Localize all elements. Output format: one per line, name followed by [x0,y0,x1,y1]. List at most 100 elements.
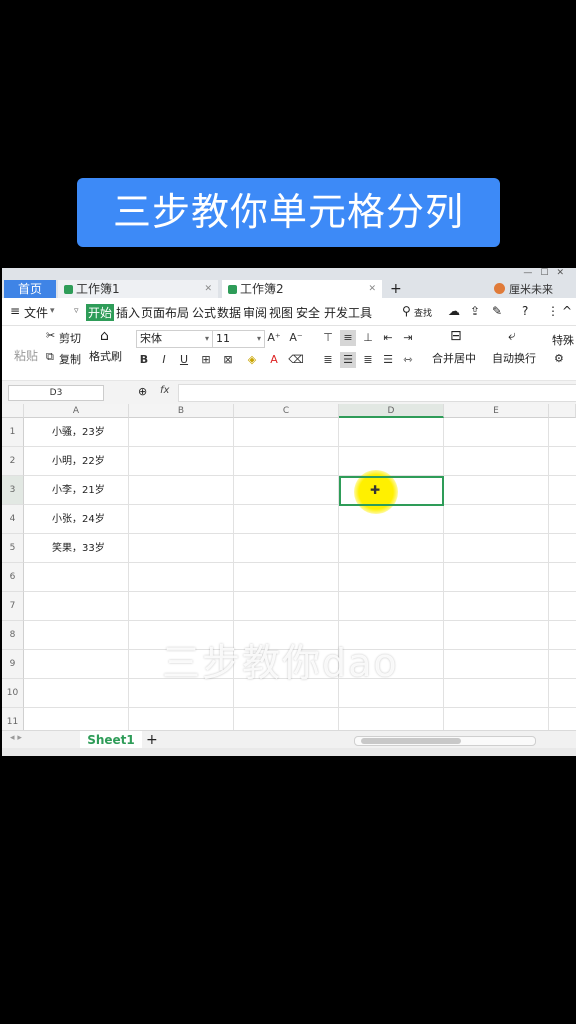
special-format-button[interactable]: 特殊 [552,332,574,348]
cell-e4[interactable] [444,505,549,534]
cell-e3[interactable] [444,476,549,505]
clear-format-icon[interactable]: ⌫ [288,352,304,368]
cell-e9[interactable] [444,650,549,679]
row-header-4[interactable]: 4 [2,505,24,534]
column-header-f[interactable] [549,404,576,418]
formula-input[interactable] [178,384,576,402]
cell-b11[interactable] [129,708,234,730]
cell-f6[interactable] [549,563,576,592]
justify-icon[interactable]: ☰ [380,352,396,368]
cell-d6[interactable] [339,563,444,592]
row-header-3[interactable]: 3 [2,476,24,505]
align-center-icon[interactable]: ☰ [340,352,356,368]
more-options-icon[interactable]: ⋮ [547,304,559,318]
close-icon[interactable]: ✕ [204,280,212,298]
cell-f9[interactable] [549,650,576,679]
cell-a5[interactable]: 笑果，33岁 [24,534,129,563]
sheet-tab-sheet1[interactable]: Sheet1 [80,731,142,749]
menu-item-review[interactable]: 审阅 [243,304,267,321]
menu-item-developer[interactable]: 开发工具 [324,304,372,321]
cell-d1[interactable] [339,418,444,447]
menu-item-security[interactable]: 安全 [296,304,320,321]
cell-b3[interactable] [129,476,234,505]
cell-a6[interactable] [24,563,129,592]
cell-a8[interactable] [24,621,129,650]
row-header-7[interactable]: 7 [2,592,24,621]
row-header-9[interactable]: 9 [2,650,24,679]
merge-center-button[interactable]: 合并居中 [432,350,476,366]
cell-b1[interactable] [129,418,234,447]
cell-d11[interactable] [339,708,444,730]
distribute-icon[interactable]: ⇿ [400,352,416,368]
row-header-1[interactable]: 1 [2,418,24,447]
cell-a7[interactable] [24,592,129,621]
paste-button[interactable]: 粘贴 [14,347,38,364]
border-icon[interactable]: ⊞ [198,352,214,368]
cell-f4[interactable] [549,505,576,534]
column-header-b[interactable]: B [129,404,234,418]
menu-item-data[interactable]: 数据 [217,304,241,321]
new-tab-button[interactable]: + [390,280,402,298]
cell-e8[interactable] [444,621,549,650]
help-button[interactable]: ? [522,304,528,318]
align-middle-icon[interactable]: ≡ [340,330,356,346]
name-box[interactable]: D3 [8,385,104,401]
cell-a4[interactable]: 小张，24岁 [24,505,129,534]
cell-e7[interactable] [444,592,549,621]
align-right-icon[interactable]: ≣ [360,352,376,368]
cell-d7[interactable] [339,592,444,621]
cell-f8[interactable] [549,621,576,650]
cell-d4[interactable] [339,505,444,534]
cell-a11[interactable] [24,708,129,730]
cell-f11[interactable] [549,708,576,730]
cell-c3[interactable] [234,476,339,505]
chevron-down-icon[interactable]: ▾ [50,306,55,316]
column-header-c[interactable]: C [234,404,339,418]
collapse-ribbon-icon[interactable]: ^ [562,304,572,318]
cell-f5[interactable] [549,534,576,563]
comment-icon[interactable]: ✎ [492,304,502,318]
cell-e1[interactable] [444,418,549,447]
sheet-nav-icon[interactable]: ◂ ▸ [10,733,22,743]
column-header-d[interactable]: D [339,404,444,418]
align-left-icon[interactable]: ≣ [320,352,336,368]
cell-b5[interactable] [129,534,234,563]
row-header-11[interactable]: 11 [2,708,24,730]
cell-d5[interactable] [339,534,444,563]
cell-e6[interactable] [444,563,549,592]
tab-home[interactable]: 首页 [4,280,56,298]
italic-icon[interactable]: I [156,352,172,368]
menu-file[interactable]: 文件 [24,304,48,321]
column-header-a[interactable]: A [24,404,129,418]
row-header-10[interactable]: 10 [2,679,24,708]
bold-icon[interactable]: B [136,352,152,368]
column-header-e[interactable]: E [444,404,549,418]
cell-c2[interactable] [234,447,339,476]
sync-icon[interactable]: ☁ [448,304,460,318]
decrease-font-icon[interactable]: A⁻ [288,330,304,346]
menu-item-page-layout[interactable]: 页面布局 [141,304,189,321]
cell-f10[interactable] [549,679,576,708]
tab-workbook1[interactable]: 工作簿1 ✕ [58,280,218,298]
search-icon[interactable]: ⚲ [402,304,411,318]
align-top-icon[interactable]: ⊤ [320,330,336,346]
cell-a1[interactable]: 小骚，23岁 [24,418,129,447]
user-account[interactable]: 厘米未来 [482,281,553,297]
cell-c1[interactable] [234,418,339,447]
increase-font-icon[interactable]: A⁺ [266,330,282,346]
cell-a3[interactable]: 小李，21岁 [24,476,129,505]
search-label[interactable]: 查找 [414,306,432,319]
zoom-icon[interactable]: ⊕ [138,385,147,398]
horizontal-scrollbar[interactable] [354,736,536,746]
cell-f3[interactable] [549,476,576,505]
cell-b2[interactable] [129,447,234,476]
cell-b4[interactable] [129,505,234,534]
menu-item-view[interactable]: 视图 [269,304,293,321]
copy-button[interactable]: 复制 [59,351,81,367]
cell-e10[interactable] [444,679,549,708]
cell-grid[interactable]: A B C D E 1 2 3 4 5 6 7 8 9 10 11 小骚，23岁… [2,404,576,730]
active-cell-d3[interactable] [339,476,444,506]
share-icon[interactable]: ⇪ [470,304,480,318]
row-header-6[interactable]: 6 [2,563,24,592]
cell-f1[interactable] [549,418,576,447]
